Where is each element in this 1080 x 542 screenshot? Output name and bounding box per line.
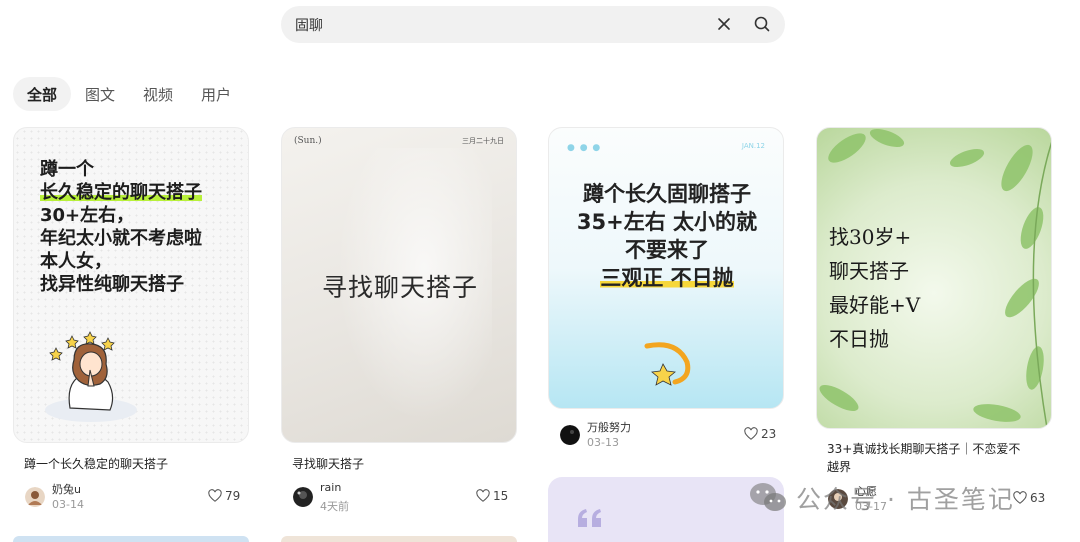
- note-card[interactable]: 找30岁+ 聊天搭子 最好能+V 不日抛 33+真诚找长期聊天搭子｜不恋爱不 越…: [816, 127, 1052, 517]
- note-card[interactable]: ● ● ● JAN.12 蹲个长久固聊搭子 35+左右 太小的就 不要来了 三观…: [548, 127, 784, 457]
- note-title[interactable]: 33+真诚找长期聊天搭子｜不恋爱不 越界: [827, 440, 1047, 476]
- avatar[interactable]: [25, 487, 45, 507]
- filter-tabs: 全部 图文 视频 用户: [13, 76, 245, 112]
- cover-header-left: (Sun.): [294, 136, 322, 146]
- like-count[interactable]: 63: [1013, 491, 1045, 505]
- note-title[interactable]: 寻找聊天搭子: [292, 455, 512, 473]
- cover-text: 寻找聊天搭子: [321, 273, 478, 302]
- avatar[interactable]: [560, 425, 580, 445]
- wechat-icon: [750, 483, 786, 511]
- note-title-line: 33+真诚找长期聊天搭子｜不恋爱不: [827, 442, 1021, 456]
- watermark-text: 公众号 · 古圣笔记: [796, 485, 1015, 514]
- search-input[interactable]: [295, 6, 695, 43]
- like-number: 79: [225, 489, 241, 503]
- praying-girl-illustration: [45, 331, 137, 422]
- like-count[interactable]: 23: [744, 427, 776, 441]
- tab-image-text[interactable]: 图文: [71, 77, 129, 111]
- note-card[interactable]: (Sun.) 三月二十九日 寻找聊天搭子 寻找聊天搭子 rain 4天前 15: [281, 127, 517, 517]
- cover-header-right: JAN.12: [741, 142, 765, 150]
- like-number: 63: [1030, 491, 1046, 505]
- author-name[interactable]: 万般努力: [587, 419, 631, 435]
- like-number: 15: [493, 489, 509, 503]
- cover-header-right: 三月二十九日: [462, 137, 504, 145]
- cover-text: 蹲个长久固聊搭子 35+左右 太小的就 不要来了 三观正 不日抛: [576, 182, 758, 290]
- note-cover[interactable]: 蹲一个 长久稳定的聊天搭子 30+左右， 年纪太小就不考虑啦 本人女， 找异性纯…: [13, 127, 249, 443]
- note-cover[interactable]: 找30岁+ 聊天搭子 最好能+V 不日抛: [816, 127, 1052, 429]
- note-title[interactable]: 蹲一个长久稳定的聊天搭子: [24, 455, 244, 473]
- note-cover[interactable]: ● ● ● JAN.12 蹲个长久固聊搭子 35+左右 太小的就 不要来了 三观…: [548, 127, 784, 409]
- shooting-star-illustration: [644, 342, 691, 386]
- heart-icon[interactable]: [476, 489, 490, 503]
- cover-dots: ● ● ●: [567, 143, 602, 153]
- like-number: 23: [761, 427, 777, 441]
- avatar[interactable]: [293, 487, 313, 507]
- tab-all[interactable]: 全部: [13, 77, 72, 111]
- search-bar: [281, 6, 785, 43]
- heart-icon[interactable]: [208, 489, 222, 503]
- search-icon[interactable]: [752, 14, 772, 34]
- like-count[interactable]: 79: [208, 489, 240, 503]
- heart-icon[interactable]: [744, 427, 758, 441]
- author-name[interactable]: rain: [320, 481, 341, 494]
- watermark: 公众号 · 古圣笔记: [748, 480, 1015, 516]
- cover-text: 找30岁+ 聊天搭子 最好能+V 不日抛: [829, 225, 921, 351]
- like-count[interactable]: 15: [476, 489, 508, 503]
- heart-icon[interactable]: [1013, 491, 1027, 505]
- clear-icon[interactable]: [714, 14, 734, 34]
- note-title-line: 越界: [827, 460, 852, 474]
- post-date: 03-14: [52, 498, 84, 511]
- tab-video[interactable]: 视频: [129, 77, 187, 111]
- author-name[interactable]: 奶兔u: [52, 481, 81, 497]
- quote-icon: [578, 509, 601, 527]
- post-date: 03-13: [587, 436, 619, 449]
- note-cover[interactable]: (Sun.) 三月二十九日 寻找聊天搭子: [281, 127, 517, 443]
- note-cover[interactable]: [281, 536, 517, 542]
- note-card[interactable]: 蹲一个 长久稳定的聊天搭子 30+左右， 年纪太小就不考虑啦 本人女， 找异性纯…: [13, 127, 249, 517]
- post-date: 4天前: [320, 500, 349, 513]
- tab-users[interactable]: 用户: [187, 77, 245, 111]
- note-cover[interactable]: [13, 536, 249, 542]
- cover-text: 蹲一个 长久稳定的聊天搭子 30+左右， 年纪太小就不考虑啦 本人女， 找异性纯…: [40, 159, 202, 295]
